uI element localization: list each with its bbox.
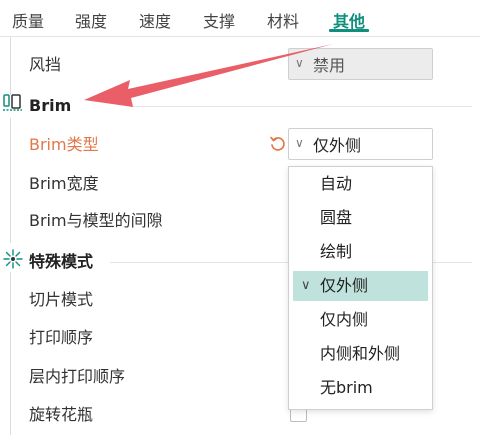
brim-type-label: Brim类型 <box>29 135 99 154</box>
option-label: 内侧和外侧 <box>320 344 401 363</box>
dropdown-option[interactable]: 仅内侧 <box>289 305 432 335</box>
option-label: 圆盘 <box>320 208 353 227</box>
dropdown-option[interactable]: 自动 <box>289 169 432 199</box>
active-tab-indicator <box>329 29 370 32</box>
tab-strength[interactable]: 强度 <box>75 0 107 36</box>
dropdown-option[interactable]: 内侧和外侧 <box>289 339 432 369</box>
tab-label: 质量 <box>12 12 45 31</box>
dropdown-option[interactable]: 圆盘 <box>289 203 432 233</box>
special-mode-icon <box>2 248 24 270</box>
option-label: 仅外侧 <box>320 276 369 295</box>
tab-other[interactable]: 其他 <box>329 0 370 36</box>
tab-label: 支撑 <box>203 12 236 31</box>
tree-guide-line <box>10 37 11 95</box>
chevron-down-icon: ∨ <box>295 56 304 70</box>
tree-guide-line <box>10 272 11 435</box>
section-divider <box>132 106 472 107</box>
tab-bar: 质量 强度 速度 支撑 材料 其他 <box>0 0 480 36</box>
option-label: 无brim <box>320 378 373 397</box>
dropdown-option[interactable]: 绘制 <box>289 237 432 267</box>
special-mode-section-title: 特殊模式 <box>29 252 94 271</box>
option-label: 自动 <box>320 174 353 193</box>
brim-width-label: Brim宽度 <box>29 174 99 193</box>
option-label: 仅内侧 <box>320 310 369 329</box>
tab-label: 速度 <box>139 12 172 31</box>
dropdown-option[interactable]: 无brim <box>289 373 432 403</box>
print-sequence-label: 打印顺序 <box>29 328 94 347</box>
windshield-label: 风挡 <box>29 55 62 74</box>
windshield-select: ∨ 禁用 <box>288 48 433 80</box>
tab-speed[interactable]: 速度 <box>139 0 171 36</box>
brim-section-title: Brim <box>29 96 72 115</box>
tab-material[interactable]: 材料 <box>267 0 299 36</box>
windshield-value: 禁用 <box>313 56 346 75</box>
brim-type-dropdown: 自动 圆盘 绘制 ∨ 仅外侧 仅内侧 内侧和外侧 无brim <box>288 166 433 410</box>
chevron-down-icon: ∨ <box>295 136 304 150</box>
checkmark-icon: ∨ <box>301 278 311 293</box>
dropdown-option-selected[interactable]: ∨ 仅外侧 <box>293 271 428 301</box>
brim-gap-label: Brim与模型的间隙 <box>29 211 163 230</box>
spiral-vase-label: 旋转花瓶 <box>29 405 94 424</box>
tab-quality[interactable]: 质量 <box>12 0 44 36</box>
slice-mode-label: 切片模式 <box>29 290 94 309</box>
brim-type-select[interactable]: ∨ 仅外侧 <box>288 128 433 160</box>
tab-divider <box>0 36 480 37</box>
reset-icon[interactable] <box>268 134 288 154</box>
intra-layer-order-label: 层内打印顺序 <box>29 367 126 386</box>
brim-icon <box>2 92 24 114</box>
tree-guide-line <box>10 118 11 243</box>
tab-label: 材料 <box>267 12 300 31</box>
tab-support[interactable]: 支撑 <box>203 0 235 36</box>
option-label: 绘制 <box>320 242 353 261</box>
tab-label: 强度 <box>75 12 108 31</box>
brim-type-value: 仅外侧 <box>313 136 362 155</box>
